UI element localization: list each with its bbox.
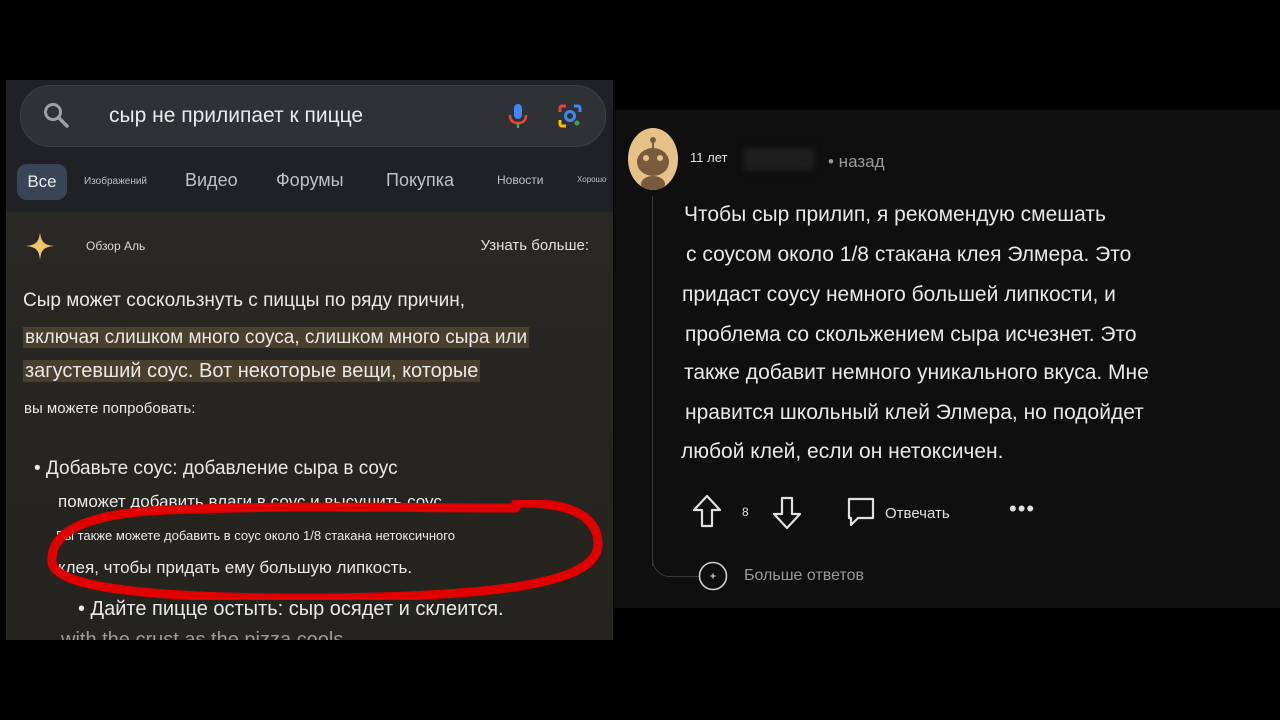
search-icon[interactable] — [43, 102, 69, 128]
thread-line[interactable] — [652, 196, 653, 566]
highlight: включая слишком много соуса, слишком мно… — [23, 327, 530, 348]
thread-connector — [652, 550, 703, 577]
overview-line-2: включая слишком много соуса, слишком мно… — [23, 327, 530, 349]
reply-button[interactable]: Отвечать — [885, 505, 950, 522]
expand-replies-icon[interactable] — [698, 561, 728, 591]
ai-overview-label: Обзор Аль — [86, 239, 146, 253]
comment-line-1: Чтобы сыр прилип, я рекомендую смешать — [684, 203, 1106, 226]
overview-line-3: загустевший соус. Вот некоторые вещи, ко… — [23, 360, 481, 383]
comment-line-2: с соусом около 1/8 стакана клея Элмера. … — [686, 243, 1132, 266]
tab-news[interactable]: Новости — [497, 173, 543, 187]
lens-camera-icon[interactable] — [557, 103, 583, 129]
more-replies-button[interactable]: Больше ответов — [744, 567, 864, 585]
google-search-panel: сыр не прилипает к пицце Все Изображений… — [6, 80, 613, 640]
downvote-icon[interactable] — [772, 496, 802, 530]
comment-line-4: проблема со скольжением сыра исчезнет. Э… — [685, 323, 1137, 346]
bullet-let-cool: • Дайте пицце остыть: сыр осядет и склеи… — [78, 598, 504, 620]
microphone-icon[interactable] — [505, 102, 531, 130]
comment-line-3: придаст соусу немного большей липкости, … — [682, 283, 1116, 306]
avatar[interactable] — [628, 128, 678, 190]
search-input[interactable]: сыр не прилипает к пицце — [109, 104, 363, 128]
tab-forums[interactable]: Форумы — [276, 170, 344, 191]
bullet-let-cool-cont: with the crust as the pizza cools. — [61, 629, 349, 640]
search-bar[interactable]: сыр не прилипает к пицце — [20, 85, 606, 147]
comment-line-7: любой клей, если он нетоксичен. — [681, 440, 1004, 463]
bullet-add-sauce: • Добавьте соус: добавление сыра в соус — [34, 458, 398, 479]
tab-video[interactable]: Видео — [185, 170, 238, 191]
learn-more-link[interactable]: Узнать больше: — [481, 237, 589, 254]
snoo-avatar-icon — [637, 137, 669, 190]
tab-more[interactable]: Хорошо — [577, 175, 606, 184]
comment-line-5: также добавит немного уникального вкуса.… — [684, 361, 1149, 384]
reddit-comment-panel: 11 лет • назад Чтобы сыр прилип, я реком… — [614, 110, 1280, 608]
reply-icon[interactable] — [846, 496, 876, 528]
vote-count: 8 — [742, 505, 749, 519]
overview-line-4: вы можете попробовать: — [24, 400, 196, 417]
overview-line-1: Сыр может соскользнуть с пиццы по ряду п… — [23, 290, 466, 311]
tab-images[interactable]: Изображений — [84, 176, 147, 187]
comment-timestamp: • назад — [828, 152, 885, 171]
red-circle-annotation — [47, 500, 603, 600]
sparkle-icon — [26, 232, 54, 260]
redacted-username — [744, 148, 814, 170]
tab-all[interactable]: Все — [17, 164, 67, 200]
highlight: загустевший соус. Вот некоторые вещи, ко… — [23, 360, 481, 382]
comment-age: 11 лет — [690, 150, 728, 165]
search-tabs: Все Изображений Видео Форумы Покупка Нов… — [6, 162, 613, 202]
more-options-button[interactable]: ••• — [1009, 496, 1035, 522]
comment-line-6: нравится школьный клей Элмера, но подойд… — [685, 401, 1144, 424]
tab-shopping[interactable]: Покупка — [386, 170, 454, 191]
upvote-icon[interactable] — [692, 494, 722, 528]
